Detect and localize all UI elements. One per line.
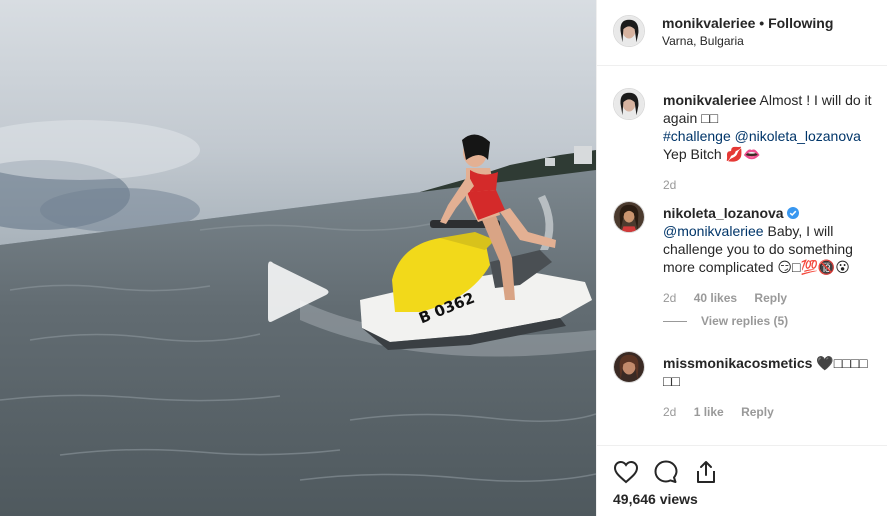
heart-icon[interactable] xyxy=(613,459,639,485)
caption-meta: 2d xyxy=(663,178,690,192)
comment-time[interactable]: 2d xyxy=(663,405,676,419)
play-icon[interactable] xyxy=(266,258,332,326)
caption-avatar-image xyxy=(614,89,644,119)
caption-avatar[interactable] xyxy=(613,88,645,120)
view-replies-label: View replies (5) xyxy=(701,314,789,328)
reply-button[interactable]: Reply xyxy=(741,405,774,419)
caption-body-end: Yep Bitch xyxy=(663,146,722,162)
hashtag-link[interactable]: #challenge xyxy=(663,128,731,144)
post-media-video[interactable]: B 0362 xyxy=(0,0,596,516)
commenter-avatar[interactable] xyxy=(613,201,645,233)
commenter-avatar[interactable] xyxy=(613,351,645,383)
comment-likes[interactable]: 1 like xyxy=(694,405,724,419)
comment-meta: 2d 1 like Reply xyxy=(663,405,788,419)
author-avatar-image xyxy=(614,16,644,46)
view-count[interactable]: 49,646 views xyxy=(613,491,698,507)
commenter-avatar-image xyxy=(614,352,644,382)
comment-meta: 2d 40 likes Reply xyxy=(663,291,801,305)
replies-divider xyxy=(663,321,687,323)
post-location[interactable]: Varna, Bulgaria xyxy=(662,34,744,48)
comment-likes[interactable]: 40 likes xyxy=(694,291,737,305)
mention-link[interactable]: @nikoleta_lozanova xyxy=(735,128,861,144)
post-sidebar: monikvaleriee • Following Varna, Bulgari… xyxy=(596,0,887,516)
verified-icon xyxy=(786,207,799,219)
header-separator: • xyxy=(759,15,765,31)
following-button[interactable]: Following xyxy=(768,15,833,31)
caption-emoji-end: 💋👄 xyxy=(725,146,761,162)
share-icon[interactable] xyxy=(693,459,719,485)
commenter-username[interactable]: missmonikacosmetics xyxy=(663,355,812,371)
commenter-avatar-image xyxy=(614,202,644,232)
comment-emoji: □□ xyxy=(663,373,680,389)
reply-button[interactable]: Reply xyxy=(754,291,787,305)
comment-text: missmonikacosmetics 🖤□□□□ □□ xyxy=(663,354,885,390)
author-username[interactable]: monikvaleriee xyxy=(662,15,755,31)
caption-text: monikvaleriee Almost ! I will do it agai… xyxy=(663,91,885,163)
author-avatar[interactable] xyxy=(613,15,645,47)
caption-emoji: □□ xyxy=(701,110,719,126)
comment-text: nikoleta_lozanova @monikvaleriee Baby, I… xyxy=(663,204,885,276)
caption-time[interactable]: 2d xyxy=(663,178,676,192)
comment-icon[interactable] xyxy=(653,459,679,485)
header-title: monikvaleriee • Following xyxy=(662,15,833,31)
commenter-username[interactable]: nikoleta_lozanova xyxy=(663,205,784,221)
post-actions xyxy=(597,445,887,484)
comment-body: 🖤□□□□ xyxy=(816,355,868,371)
comment-mention-link[interactable]: @monikvaleriee xyxy=(663,223,764,239)
comment-emoji: 😏□💯🔞😮 xyxy=(777,259,850,275)
post-header: monikvaleriee • Following Varna, Bulgari… xyxy=(597,0,887,66)
view-replies-button[interactable]: View replies (5) xyxy=(663,314,788,328)
comment-time[interactable]: 2d xyxy=(663,291,676,305)
caption-username[interactable]: monikvaleriee xyxy=(663,92,756,108)
